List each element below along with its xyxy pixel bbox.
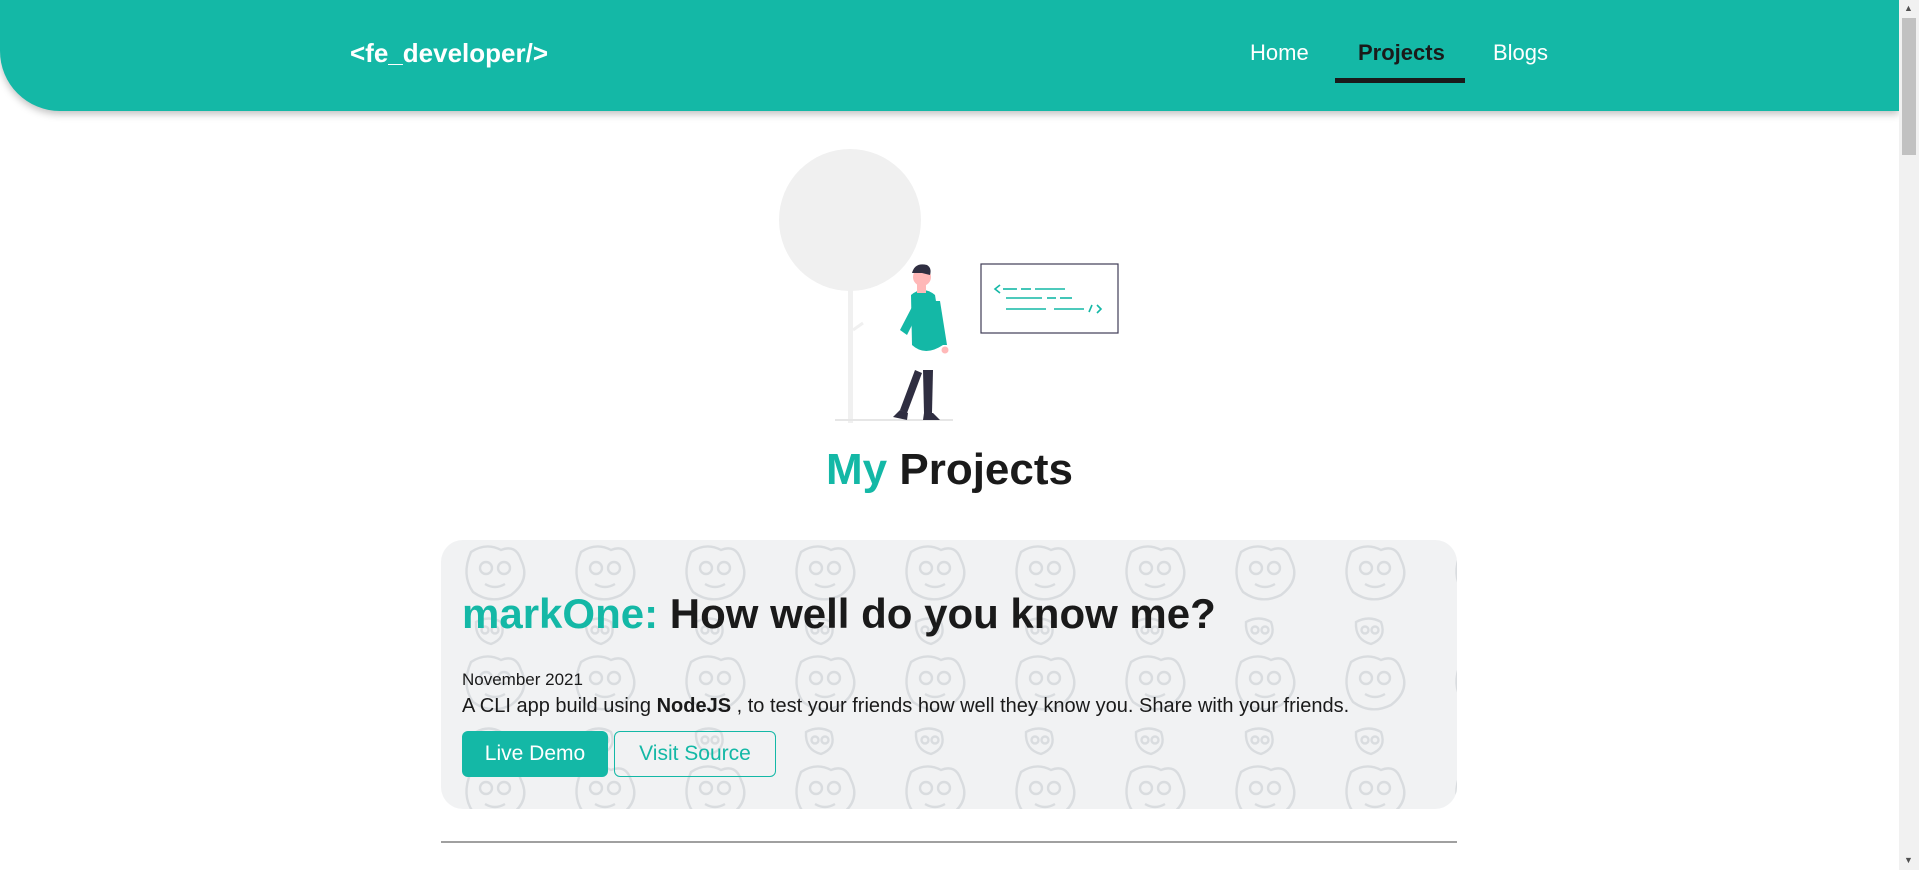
project-date: November 2021: [462, 670, 583, 689]
desc-tech: NodeJS: [656, 695, 732, 717]
vertical-scrollbar[interactable]: ▲ ▼: [1899, 0, 1919, 870]
visit-source-button[interactable]: Visit Source: [614, 731, 776, 777]
nav-projects[interactable]: Projects: [1358, 40, 1445, 66]
page-title-accent: My: [826, 445, 888, 494]
project-name: markOne:: [462, 590, 659, 637]
desc-text-before: A CLI app build using: [462, 695, 652, 717]
live-demo-button[interactable]: Live Demo: [462, 731, 608, 777]
desc-text-after: , to test your friends how well they kno…: [736, 695, 1350, 717]
person-figure: [893, 264, 949, 420]
scroll-down-arrow-icon[interactable]: ▼: [1904, 855, 1913, 865]
project-card: markOne: How well do you know me? Novemb…: [441, 540, 1457, 809]
scroll-thumb[interactable]: [1902, 18, 1916, 155]
logo[interactable]: <fe_developer/>: [350, 38, 548, 69]
nav-home[interactable]: Home: [1250, 40, 1309, 66]
scroll-up-arrow-icon[interactable]: ▲: [1904, 3, 1913, 13]
hero-illustration: [779, 149, 1119, 423]
project-description: A CLI app build using NodeJS , to test y…: [462, 695, 1349, 718]
project-tagline: How well do you know me?: [669, 590, 1216, 637]
project-title: markOne: How well do you know me?: [462, 590, 1216, 638]
page-title: My Projects: [0, 445, 1899, 495]
site-header: <fe_developer/> Home Projects Blogs: [0, 0, 1899, 111]
nav-active-indicator: [1335, 78, 1465, 83]
page-title-rest: Projects: [899, 445, 1073, 494]
section-divider: [441, 841, 1457, 843]
nav-blogs[interactable]: Blogs: [1493, 40, 1548, 66]
